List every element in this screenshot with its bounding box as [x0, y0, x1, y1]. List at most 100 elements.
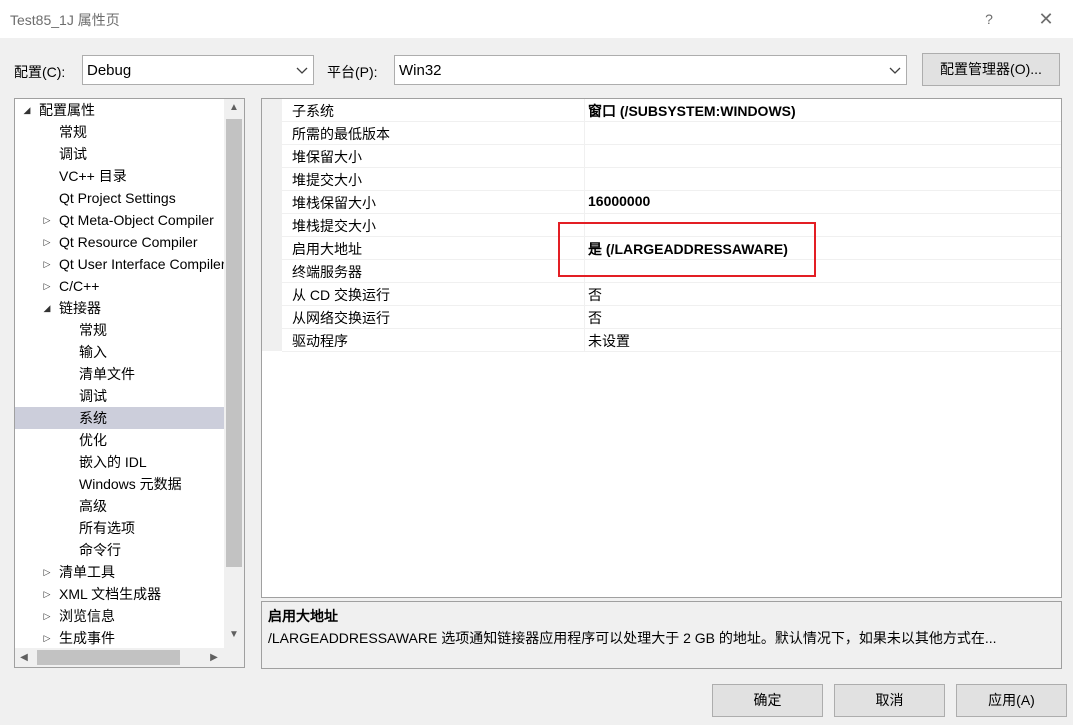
tree-item[interactable]: 所有选项 — [15, 517, 224, 539]
tree-item[interactable]: ▷ 清单工具 — [15, 561, 224, 583]
tree-item[interactable]: ▷ XML 文档生成器 — [15, 583, 224, 605]
expand-arrow-icon[interactable]: ▷ — [41, 627, 53, 649]
property-value[interactable]: 未设置 — [588, 331, 630, 351]
property-name: 启用大地址 — [292, 241, 362, 257]
expand-arrow-icon[interactable]: ▷ — [41, 253, 53, 275]
tree-item[interactable]: 调试 — [15, 385, 224, 407]
tree-item-label: VC++ 目录 — [59, 168, 127, 184]
tree-item-label: 清单文件 — [79, 366, 135, 382]
property-name: 子系统 — [292, 103, 334, 119]
tree-item[interactable]: ▷ Qt Meta-Object Compiler — [15, 209, 224, 231]
expand-arrow-icon[interactable]: ▷ — [41, 209, 53, 231]
scroll-left-icon[interactable]: ◀ — [15, 648, 33, 667]
column-divider — [584, 145, 585, 167]
tree-vertical-scrollbar[interactable]: ▲ ▼ — [224, 99, 244, 648]
property-name: 驱动程序 — [292, 333, 348, 349]
config-manager-button[interactable]: 配置管理器(O)... — [922, 53, 1060, 86]
tree-item[interactable]: 常规 — [15, 319, 224, 341]
window-title: Test85_1J 属性页 — [10, 12, 120, 28]
expand-arrow-icon[interactable]: ▷ — [41, 561, 53, 583]
tree-item-label: 调试 — [79, 388, 107, 404]
tree-item[interactable]: ▷ C/C++ — [15, 275, 224, 297]
expand-arrow-icon[interactable]: ▷ — [41, 231, 53, 253]
tree-item[interactable]: ▷ Qt Resource Compiler — [15, 231, 224, 253]
tree-item[interactable]: 嵌入的 IDL — [15, 451, 224, 473]
ok-button[interactable]: 确定 — [712, 684, 823, 717]
grid-gutter — [262, 99, 282, 351]
tree-item-label: 配置属性 — [39, 102, 95, 118]
property-row[interactable]: 堆提交大小 — [282, 168, 1061, 191]
tree-item-label: 嵌入的 IDL — [79, 454, 147, 470]
property-row[interactable]: 从 CD 交换运行 否 — [282, 283, 1061, 306]
tree-item[interactable]: 输入 — [15, 341, 224, 363]
tree-item-label: 高级 — [79, 498, 107, 514]
tree-item[interactable]: 优化 — [15, 429, 224, 451]
expand-arrow-icon[interactable]: ▷ — [41, 583, 53, 605]
tree-item[interactable]: Windows 元数据 — [15, 473, 224, 495]
property-row[interactable]: 堆保留大小 — [282, 145, 1061, 168]
property-value[interactable]: 16000000 — [588, 193, 650, 209]
tree-item-label: 常规 — [59, 124, 87, 140]
property-name: 从网络交换运行 — [292, 310, 390, 326]
tree-item-label: 调试 — [59, 146, 87, 162]
property-value[interactable]: 否 — [588, 308, 602, 328]
tree-item-label: Qt Resource Compiler — [59, 234, 198, 250]
tree-item[interactable]: ▷ Qt User Interface Compiler — [15, 253, 224, 275]
cancel-button[interactable]: 取消 — [834, 684, 945, 717]
scroll-right-icon[interactable]: ▶ — [205, 648, 223, 667]
tree-item-label: XML 文档生成器 — [59, 586, 162, 602]
description-panel: 启用大地址 /LARGEADDRESSAWARE 选项通知链接器应用程序可以处理… — [261, 601, 1062, 669]
tree-item[interactable]: 系统 — [15, 407, 224, 429]
description-title: 启用大地址 — [268, 608, 338, 624]
platform-combo[interactable]: Win32 — [394, 55, 907, 85]
tree-item[interactable]: 命令行 — [15, 539, 224, 561]
column-divider — [584, 283, 585, 305]
tree-horizontal-scrollbar[interactable]: ◀ ▶ — [15, 648, 224, 667]
tree-item-label: Qt Meta-Object Compiler — [59, 212, 214, 228]
tree-item-label: Qt Project Settings — [59, 190, 176, 206]
tree-item[interactable]: Qt Project Settings — [15, 187, 224, 209]
tree-item-label: 生成事件 — [59, 630, 115, 646]
tree-item[interactable]: ◢ 链接器 — [15, 297, 224, 319]
platform-combo-value: Win32 — [399, 62, 442, 79]
scroll-thumb[interactable] — [226, 119, 242, 567]
tree-item[interactable]: ▷ 浏览信息 — [15, 605, 224, 627]
property-value[interactable]: 否 — [588, 285, 602, 305]
description-text: /LARGEADDRESSAWARE 选项通知链接器应用程序可以处理大于 2 G… — [268, 630, 997, 646]
property-row[interactable]: 堆栈保留大小 16000000 — [282, 191, 1061, 214]
property-name: 堆提交大小 — [292, 172, 362, 188]
tree-item-label: 链接器 — [59, 300, 101, 316]
scroll-up-icon[interactable]: ▲ — [224, 99, 244, 117]
tree-item[interactable]: 高级 — [15, 495, 224, 517]
help-button[interactable]: ? — [972, 4, 1006, 34]
tree-item[interactable]: 清单文件 — [15, 363, 224, 385]
title-bar: Test85_1J 属性页 ? ✕ — [0, 0, 1073, 38]
tree-item-label: C/C++ — [59, 278, 100, 294]
property-row[interactable]: 驱动程序 未设置 — [282, 329, 1061, 352]
column-divider — [584, 329, 585, 351]
tree-item-label: 输入 — [79, 344, 107, 360]
tree-item-label: 常规 — [79, 322, 107, 338]
tree-item[interactable]: ▷ 生成事件 — [15, 627, 224, 649]
tree-item[interactable]: VC++ 目录 — [15, 165, 224, 187]
apply-button[interactable]: 应用(A) — [956, 684, 1067, 717]
expand-arrow-icon[interactable]: ▷ — [41, 275, 53, 297]
config-label: 配置(C): — [14, 64, 66, 80]
tree-item-label: 命令行 — [79, 542, 121, 558]
collapse-arrow-icon[interactable]: ◢ — [21, 99, 33, 121]
tree-item[interactable]: 常规 — [15, 121, 224, 143]
tree-item[interactable]: ◢ 配置属性 — [15, 99, 224, 121]
column-divider — [584, 168, 585, 190]
property-value[interactable]: 窗口 (/SUBSYSTEM:WINDOWS) — [588, 101, 796, 121]
property-row[interactable]: 所需的最低版本 — [282, 122, 1061, 145]
expand-arrow-icon[interactable]: ▷ — [41, 605, 53, 627]
property-row[interactable]: 从网络交换运行 否 — [282, 306, 1061, 329]
tree-item[interactable]: 调试 — [15, 143, 224, 165]
collapse-arrow-icon[interactable]: ◢ — [41, 297, 53, 319]
property-row[interactable]: 子系统 窗口 (/SUBSYSTEM:WINDOWS) — [282, 99, 1061, 122]
close-button[interactable]: ✕ — [1028, 4, 1064, 34]
config-combo[interactable]: Debug — [82, 55, 314, 85]
property-name: 堆栈保留大小 — [292, 195, 376, 211]
scroll-down-icon[interactable]: ▼ — [224, 626, 244, 644]
scroll-thumb[interactable] — [37, 650, 180, 665]
